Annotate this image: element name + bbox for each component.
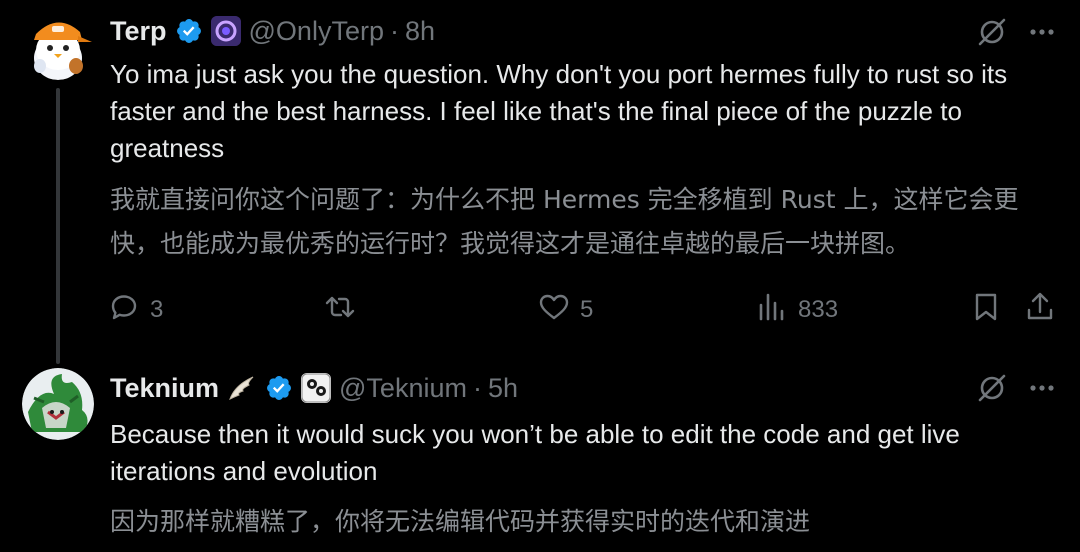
- more-icon[interactable]: [1026, 16, 1058, 48]
- like-button[interactable]: 5: [538, 290, 593, 330]
- share-button[interactable]: [1024, 290, 1056, 330]
- like-icon: [538, 291, 570, 330]
- retweet-button[interactable]: [324, 290, 366, 330]
- reply-count: 3: [150, 296, 164, 323]
- thread-timeline: Terp @OnlyTerp · 8h Yo ima just ask you …: [0, 0, 1080, 552]
- views-count: 833: [798, 296, 839, 323]
- tweet-translation: 因为那样就糟糕了，你将无法编辑代码并获得实时的迭代和演进: [110, 507, 811, 536]
- tweet-header: Terp @OnlyTerp · 8h: [110, 13, 435, 49]
- author-handle[interactable]: @OnlyTerp: [249, 16, 384, 47]
- bookmark-icon: [970, 291, 1002, 330]
- timestamp[interactable]: 8h: [405, 16, 435, 47]
- views-button[interactable]: 833: [756, 290, 838, 330]
- action-bar: 3 5 833: [108, 290, 1060, 330]
- wing-emoji: [227, 373, 257, 403]
- separator-dot: ·: [472, 372, 482, 403]
- tweet-text: Because then it would suck you won’t be …: [110, 419, 960, 486]
- affiliate-badge-icon[interactable]: [210, 16, 241, 46]
- bookmark-button[interactable]: [970, 290, 1002, 330]
- retweet-icon: [324, 291, 356, 330]
- tweet-header: Teknium @Teknium · 5h: [110, 370, 518, 406]
- author-name[interactable]: Teknium: [110, 373, 219, 404]
- reply-button[interactable]: 3: [108, 290, 163, 330]
- avatar[interactable]: [22, 368, 94, 440]
- reply-icon: [108, 291, 140, 330]
- grok-icon[interactable]: [976, 16, 1008, 48]
- share-icon: [1024, 291, 1056, 330]
- tweet-teknium[interactable]: Teknium @Teknium · 5h Because then it wo…: [0, 360, 1080, 552]
- tweet-text: Yo ima just ask you the question. Why do…: [110, 59, 1008, 163]
- more-icon[interactable]: [1026, 372, 1058, 404]
- affiliate-badge-icon[interactable]: [301, 373, 332, 403]
- verified-badge-icon[interactable]: [175, 17, 203, 45]
- grok-icon[interactable]: [976, 372, 1008, 404]
- tweet-translation: 我就直接问你这个问题了：为什么不把 Hermes 完全移植到 Rust 上，这样…: [110, 185, 1019, 258]
- author-name[interactable]: Terp: [110, 16, 167, 47]
- tweet-terp[interactable]: Terp @OnlyTerp · 8h Yo ima just ask you …: [0, 0, 1080, 350]
- views-icon: [756, 291, 788, 330]
- verified-badge-icon[interactable]: [265, 374, 293, 402]
- author-handle[interactable]: @Teknium: [339, 373, 467, 404]
- timestamp[interactable]: 5h: [488, 373, 518, 404]
- separator-dot: ·: [389, 15, 399, 46]
- like-count: 5: [580, 296, 594, 323]
- avatar[interactable]: [22, 8, 94, 80]
